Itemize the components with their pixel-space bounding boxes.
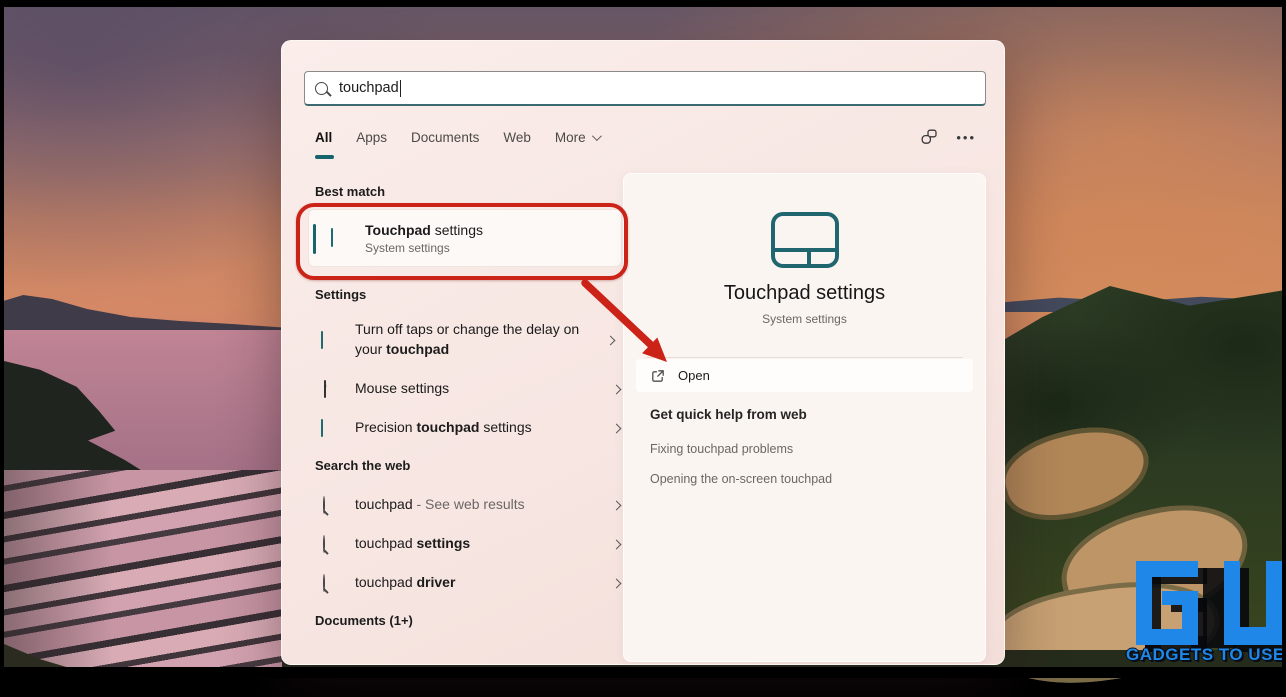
account-icon[interactable] <box>921 129 938 145</box>
gadgets-to-use-logo <box>1130 557 1286 653</box>
open-external-icon <box>651 369 665 383</box>
chevron-right-icon <box>612 539 622 549</box>
section-label-best-match: Best match <box>315 184 385 199</box>
open-button-label: Open <box>678 368 710 383</box>
help-link-fixing-problems[interactable]: Fixing touchpad problems <box>650 442 793 456</box>
search-value: touchpad <box>339 80 399 96</box>
settings-result-precision-touchpad[interactable]: Precision touchpad settings <box>308 410 626 446</box>
search-input[interactable]: touchpad <box>304 71 986 106</box>
result-text: Mouse settings <box>355 379 613 399</box>
wallpaper-terraces-left <box>0 470 282 678</box>
touchpad-icon <box>321 331 323 349</box>
open-action-button[interactable]: Open <box>636 359 973 392</box>
tab-web[interactable]: Web <box>503 130 531 145</box>
settings-result-mouse-settings[interactable]: Mouse settings <box>308 371 626 407</box>
preview-title: Touchpad settings <box>624 282 985 305</box>
search-flyout: touchpad All Apps Documents Web More •••… <box>281 40 1005 665</box>
result-subtitle: System settings <box>365 241 483 255</box>
active-tab-indicator <box>315 155 334 159</box>
chevron-right-icon <box>612 423 622 433</box>
chevron-right-icon <box>612 500 622 510</box>
more-options-icon[interactable]: ••• <box>956 131 976 144</box>
touchpad-icon <box>331 228 333 247</box>
text-caret <box>400 80 401 97</box>
help-link-onscreen-touchpad[interactable]: Opening the on-screen touchpad <box>650 472 832 486</box>
search-icon <box>323 496 325 514</box>
help-section-title: Get quick help from web <box>650 407 807 422</box>
touchpad-icon <box>771 212 839 268</box>
tab-all[interactable]: All <box>315 130 332 145</box>
web-result-touchpad-driver[interactable]: touchpad driver <box>308 565 626 601</box>
tab-documents[interactable]: Documents <box>411 130 479 145</box>
chevron-right-icon <box>612 384 622 394</box>
watermark-label: GADGETS TO USE <box>1126 645 1286 665</box>
web-result-touchpad-settings[interactable]: touchpad settings <box>308 526 626 562</box>
web-result-touchpad[interactable]: touchpad - See web results <box>308 487 626 523</box>
best-match-result-touchpad-settings[interactable]: Touchpad settings System settings <box>308 209 622 267</box>
result-text: touchpad - See web results <box>355 495 613 515</box>
search-icon <box>315 82 328 95</box>
tab-apps[interactable]: Apps <box>356 130 387 145</box>
mouse-icon <box>324 380 326 398</box>
search-filter-tabs: All Apps Documents Web More <box>315 130 599 145</box>
section-label-settings: Settings <box>315 287 366 302</box>
section-label-documents: Documents (1+) <box>315 613 413 628</box>
result-text: touchpad settings <box>355 534 613 554</box>
result-text: Turn off taps or change the delay on you… <box>355 320 607 360</box>
tab-more[interactable]: More <box>555 130 599 145</box>
search-icon <box>323 535 325 553</box>
touchpad-icon <box>321 419 323 437</box>
search-icon <box>323 574 325 592</box>
chevron-down-icon <box>592 131 602 141</box>
settings-result-turn-off-taps[interactable]: Turn off taps or change the delay on you… <box>308 315 626 365</box>
result-title: Touchpad settings <box>365 222 483 238</box>
chevron-right-icon <box>606 335 616 345</box>
preview-pane: Touchpad settings System settings Open G… <box>623 173 986 662</box>
result-text: touchpad driver <box>355 573 613 593</box>
preview-subtitle: System settings <box>624 312 985 326</box>
result-text: Precision touchpad settings <box>355 418 613 438</box>
divider <box>646 357 963 358</box>
selection-accent-bar <box>313 224 316 254</box>
chevron-right-icon <box>612 578 622 588</box>
section-label-search-the-web: Search the web <box>315 458 410 473</box>
